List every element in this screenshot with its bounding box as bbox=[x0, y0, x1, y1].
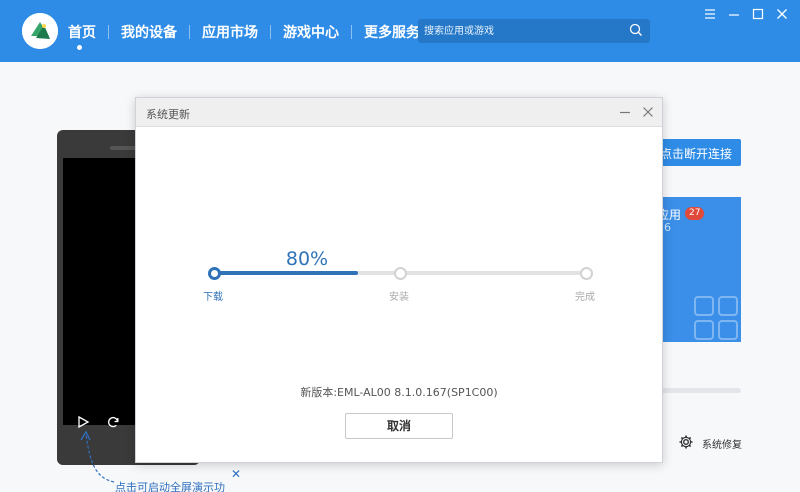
main-nav: 首页 我的设备 应用市场 游戏中心 更多服务 bbox=[68, 22, 420, 50]
menu-icon[interactable] bbox=[702, 6, 718, 22]
nav-home-label: 首页 bbox=[68, 25, 96, 41]
search-box bbox=[418, 19, 650, 43]
step-download-label: 下载 bbox=[203, 292, 223, 303]
nav-more-services[interactable]: 更多服务 bbox=[364, 22, 420, 42]
maximize-icon[interactable] bbox=[750, 6, 766, 22]
step-install-node bbox=[393, 266, 407, 280]
search-input[interactable] bbox=[424, 23, 624, 39]
app-logo-icon[interactable] bbox=[22, 13, 58, 49]
step-download-node bbox=[207, 266, 221, 280]
step-install-label: 安装 bbox=[389, 292, 409, 303]
cancel-button[interactable]: 取消 bbox=[345, 413, 453, 439]
step-complete-node bbox=[579, 266, 593, 280]
storage-bar bbox=[660, 388, 741, 393]
system-update-dialog: 系统更新 80% 下载 安装 完成 新版本:EML-AL00 8.1.0.167… bbox=[135, 97, 663, 463]
close-icon[interactable] bbox=[774, 6, 790, 22]
search-icon[interactable] bbox=[629, 23, 643, 40]
dialog-title: 系统更新 bbox=[146, 108, 190, 121]
nav-divider bbox=[189, 25, 190, 39]
dialog-minimize-icon[interactable] bbox=[618, 105, 632, 119]
nav-divider bbox=[351, 25, 352, 39]
app-header: 首页 我的设备 应用市场 游戏中心 更多服务 bbox=[0, 0, 800, 62]
dialog-titlebar: 系统更新 bbox=[136, 98, 662, 127]
hint-close-icon[interactable]: ✕ bbox=[231, 467, 241, 481]
nav-app-market[interactable]: 应用市场 bbox=[202, 22, 258, 42]
apps-count-badge: 27 bbox=[685, 207, 705, 220]
update-progress-fill bbox=[214, 271, 359, 275]
nav-my-devices[interactable]: 我的设备 bbox=[121, 22, 177, 42]
nav-game-center[interactable]: 游戏中心 bbox=[283, 22, 339, 42]
nav-active-indicator bbox=[77, 45, 82, 50]
new-version-text: 新版本:EML-AL00 8.1.0.167(SP1C00) bbox=[300, 386, 498, 399]
apps-grid-icon bbox=[693, 295, 741, 342]
gear-icon[interactable] bbox=[678, 434, 694, 453]
hint-arrow-icon bbox=[76, 428, 116, 489]
system-repair-link[interactable]: 系统修复 bbox=[702, 436, 742, 451]
step-complete-label: 完成 bbox=[575, 292, 595, 303]
fullscreen-hint: 点击可启动全屏演示功 bbox=[115, 481, 225, 492]
minimize-icon[interactable] bbox=[726, 6, 742, 22]
dialog-close-icon[interactable] bbox=[641, 105, 655, 119]
progress-percent: 80% bbox=[285, 248, 329, 270]
nav-divider bbox=[108, 25, 109, 39]
nav-divider bbox=[270, 25, 271, 39]
nav-home[interactable]: 首页 bbox=[68, 22, 96, 50]
